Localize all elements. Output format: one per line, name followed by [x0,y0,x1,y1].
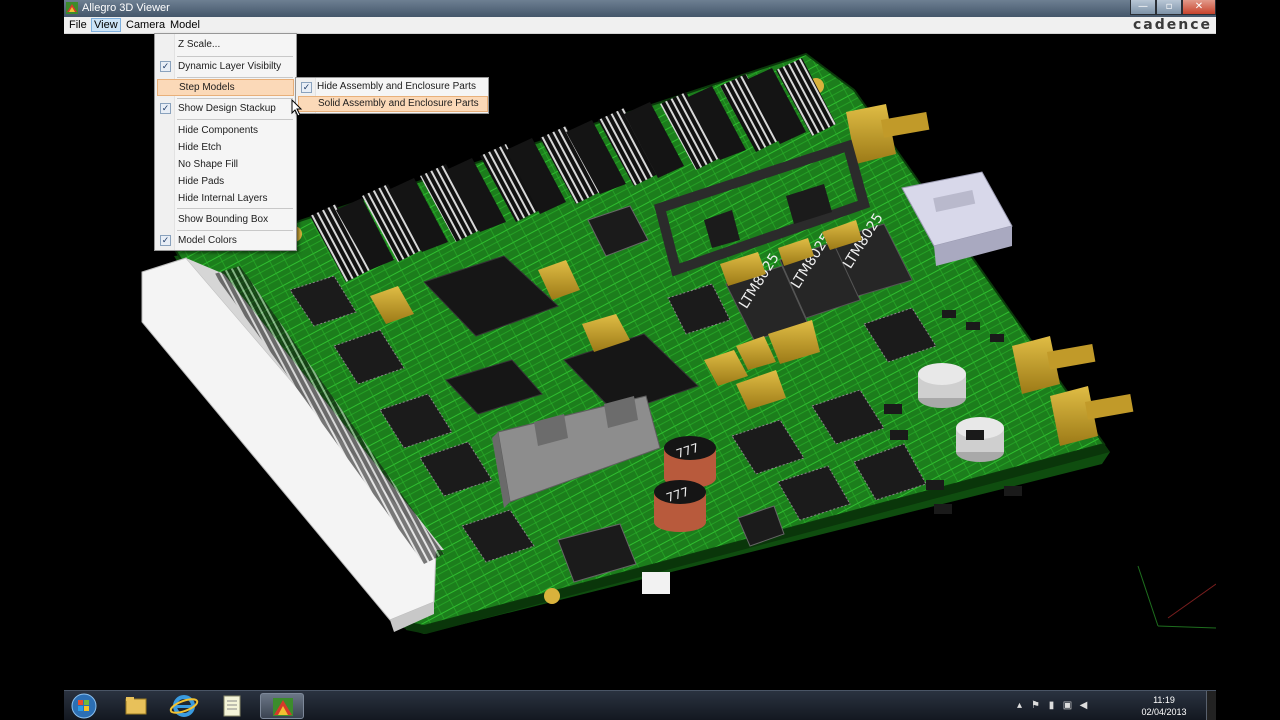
menu-item-model-colors[interactable]: ✓ Model Colors [157,232,294,249]
menu-item-show-design-stackup[interactable]: ✓ Show Design Stackup [157,100,294,117]
menu-item-label: No Shape Fill [178,159,239,170]
taskbar-internet-explorer[interactable] [162,693,206,719]
app-window: Allegro 3D Viewer — ▫ ✕ File View Camera… [64,0,1216,690]
menu-camera[interactable]: Camera [124,19,167,33]
menu-item-label: Dynamic Layer Visibilty [178,61,282,72]
menu-file[interactable]: File [67,19,89,33]
submenu-item-label: Solid Assembly and Enclosure Parts [318,98,479,109]
menu-item-hide-components[interactable]: Hide Components [157,122,294,139]
network-icon[interactable]: ▣ [1062,700,1073,711]
taskbar-explorer[interactable] [114,693,158,719]
checkmark-icon: ✓ [160,235,171,246]
menu-item-label: Hide Pads [178,176,225,187]
notepad-icon [223,695,241,717]
folder-icon [125,697,147,715]
title-bar: Allegro 3D Viewer — ▫ ✕ [64,0,1216,17]
menu-separator [177,230,293,231]
mounting-hole [544,588,560,604]
checkmark-icon: ✓ [160,103,171,114]
system-tray: ▴ ⚑ ▮ ▣ ◀ 11:19 02/04/2013 [1010,691,1200,720]
start-button[interactable] [68,693,104,719]
menu-item-hide-internal-layers[interactable]: Hide Internal Layers [157,190,294,207]
clock-date: 02/04/2013 [1141,707,1187,717]
menu-view[interactable]: View [91,18,121,32]
show-desktop-button[interactable] [1206,691,1216,720]
cadence-logo: cadence [1132,17,1212,33]
volume-icon[interactable]: ◀ [1078,700,1089,711]
menu-item-hide-pads[interactable]: Hide Pads [157,173,294,190]
menu-item-label: Step Models [179,82,235,93]
axis-indicator [1137,565,1216,629]
submenu-item-hide-assembly[interactable]: ✓ Hide Assembly and Enclosure Parts [298,79,488,95]
menu-bar: File View Camera Model cadence [64,17,1216,34]
windows-taskbar: ▴ ⚑ ▮ ▣ ◀ 11:19 02/04/2013 [64,690,1216,720]
menu-item-label: Hide Components [178,125,259,136]
menu-separator [177,208,293,209]
menu-item-z-scale[interactable]: Z Scale... [157,36,294,53]
menu-item-label: Show Design Stackup [178,103,276,114]
clock-time: 11:19 [1153,695,1175,705]
menu-item-dynamic-layer-visibility[interactable]: ✓ Dynamic Layer Visibilty [157,58,294,75]
menu-separator [177,56,293,57]
close-button[interactable]: ✕ [1182,0,1216,15]
menu-item-label: Hide Internal Layers [178,193,268,204]
window-title: Allegro 3D Viewer [82,2,170,14]
menu-item-hide-etch[interactable]: Hide Etch [157,139,294,156]
checkmark-icon: ✓ [160,61,171,72]
taskbar-notepad[interactable] [210,693,254,719]
show-hidden-icons-icon[interactable]: ▴ [1014,700,1025,711]
menu-separator [177,98,293,99]
menu-item-show-bounding-box[interactable]: Show Bounding Box [157,211,294,228]
maximize-button[interactable]: ▫ [1156,0,1182,15]
taskbar-allegro-3d-viewer[interactable] [260,693,304,719]
checkmark-icon: ✓ [301,82,312,93]
view-menu-dropdown: Z Scale... ✓ Dynamic Layer Visibilty Ste… [154,33,297,251]
menu-item-step-models[interactable]: Step Models [157,79,294,96]
menu-model[interactable]: Model [168,19,202,33]
power-icon[interactable]: ▮ [1046,700,1057,711]
mouse-cursor-icon [291,99,303,117]
menu-item-label: Z Scale... [178,39,221,50]
step-models-submenu: ✓ Hide Assembly and Enclosure Parts Soli… [295,77,489,114]
menu-separator [177,77,293,78]
menu-item-label: Model Colors [178,235,237,246]
menu-separator [177,119,293,120]
submenu-item-label: Hide Assembly and Enclosure Parts [317,81,476,92]
allegro-app-icon [273,698,293,716]
menu-item-label: Hide Etch [178,142,222,153]
windows-start-orb-icon [71,693,97,719]
internet-explorer-icon [169,695,199,717]
menu-item-label: Show Bounding Box [178,214,269,225]
system-clock[interactable]: 11:19 02/04/2013 [1134,694,1194,718]
minimize-button[interactable]: — [1130,0,1156,15]
allegro-app-icon [66,2,78,14]
action-center-flag-icon[interactable]: ⚑ [1030,700,1041,711]
submenu-item-solid-assembly[interactable]: Solid Assembly and Enclosure Parts [298,96,488,112]
menu-item-no-shape-fill[interactable]: No Shape Fill [157,156,294,173]
